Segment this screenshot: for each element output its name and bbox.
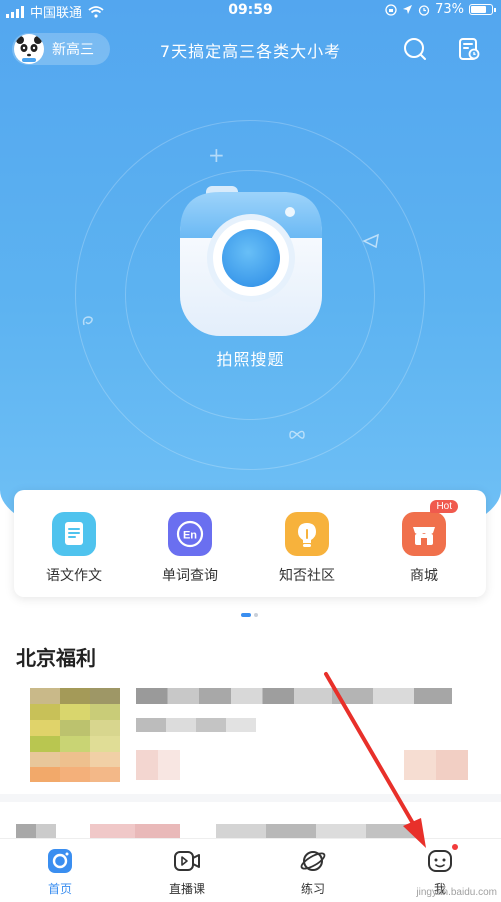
document-icon	[52, 512, 96, 556]
rotation-lock-icon	[385, 3, 397, 16]
lightbulb-icon	[285, 512, 329, 556]
search-icon[interactable]	[402, 36, 428, 62]
shortcut-label: 商城	[410, 568, 438, 584]
alarm-icon	[418, 4, 430, 16]
shortcut-community[interactable]: 知否社区	[261, 512, 353, 585]
study-plan-icon[interactable]	[456, 36, 482, 62]
tab-home[interactable]: 首页	[15, 847, 105, 897]
watermark: jingyan.baidu.com	[416, 887, 497, 898]
tab-practice[interactable]: 练习	[268, 847, 358, 897]
camera-search-label[interactable]: 拍照搜题	[0, 346, 501, 370]
shop-icon: Hot	[402, 500, 458, 556]
live-video-icon	[173, 847, 201, 875]
shortcut-word-lookup[interactable]: En 单词查询	[144, 512, 236, 585]
battery-percent: 73%	[435, 2, 464, 17]
planet-icon	[299, 847, 327, 875]
plus-decor-icon: +	[208, 143, 225, 167]
promo-title	[136, 688, 452, 704]
swirl-decor-icon	[82, 316, 93, 326]
profile-icon	[426, 844, 458, 875]
promo-card[interactable]	[16, 678, 486, 782]
carousel-indicator	[241, 613, 258, 617]
tab-label: 直播课	[168, 882, 205, 896]
hot-badge: Hot	[430, 500, 458, 513]
promo-price	[404, 750, 468, 780]
shortcut-label: 语文作文	[46, 568, 102, 584]
promo-price-tag	[136, 750, 180, 780]
promo-card[interactable]	[16, 820, 486, 838]
tab-label: 首页	[47, 882, 72, 896]
battery-icon	[469, 4, 496, 15]
section-divider	[0, 794, 501, 802]
shortcut-label: 知否社区	[279, 568, 335, 584]
shortcut-essay[interactable]: 语文作文	[28, 512, 120, 585]
promo-thumbnail	[30, 688, 120, 782]
en-dictionary-icon: En	[168, 512, 212, 556]
triangle-decor-icon	[362, 233, 379, 249]
shortcut-card: 语文作文 En 单词查询 知否社区 Hot 商城	[14, 490, 486, 597]
tab-label: 练习	[300, 882, 325, 896]
status-bar: 中国联通 09:59 73%	[0, 0, 501, 22]
svg-text:En: En	[183, 530, 197, 542]
notification-dot	[452, 844, 458, 850]
shortcut-shop[interactable]: Hot 商城	[378, 500, 470, 585]
promo-subtitle	[136, 718, 256, 732]
home-icon	[46, 847, 74, 875]
infinity-decor-icon	[289, 430, 305, 439]
camera-icon[interactable]	[180, 186, 322, 336]
section-title: 北京福利	[16, 646, 96, 670]
location-icon	[403, 5, 413, 14]
shortcut-label: 单词查询	[162, 568, 218, 584]
tab-live-class[interactable]: 直播课	[142, 847, 232, 897]
